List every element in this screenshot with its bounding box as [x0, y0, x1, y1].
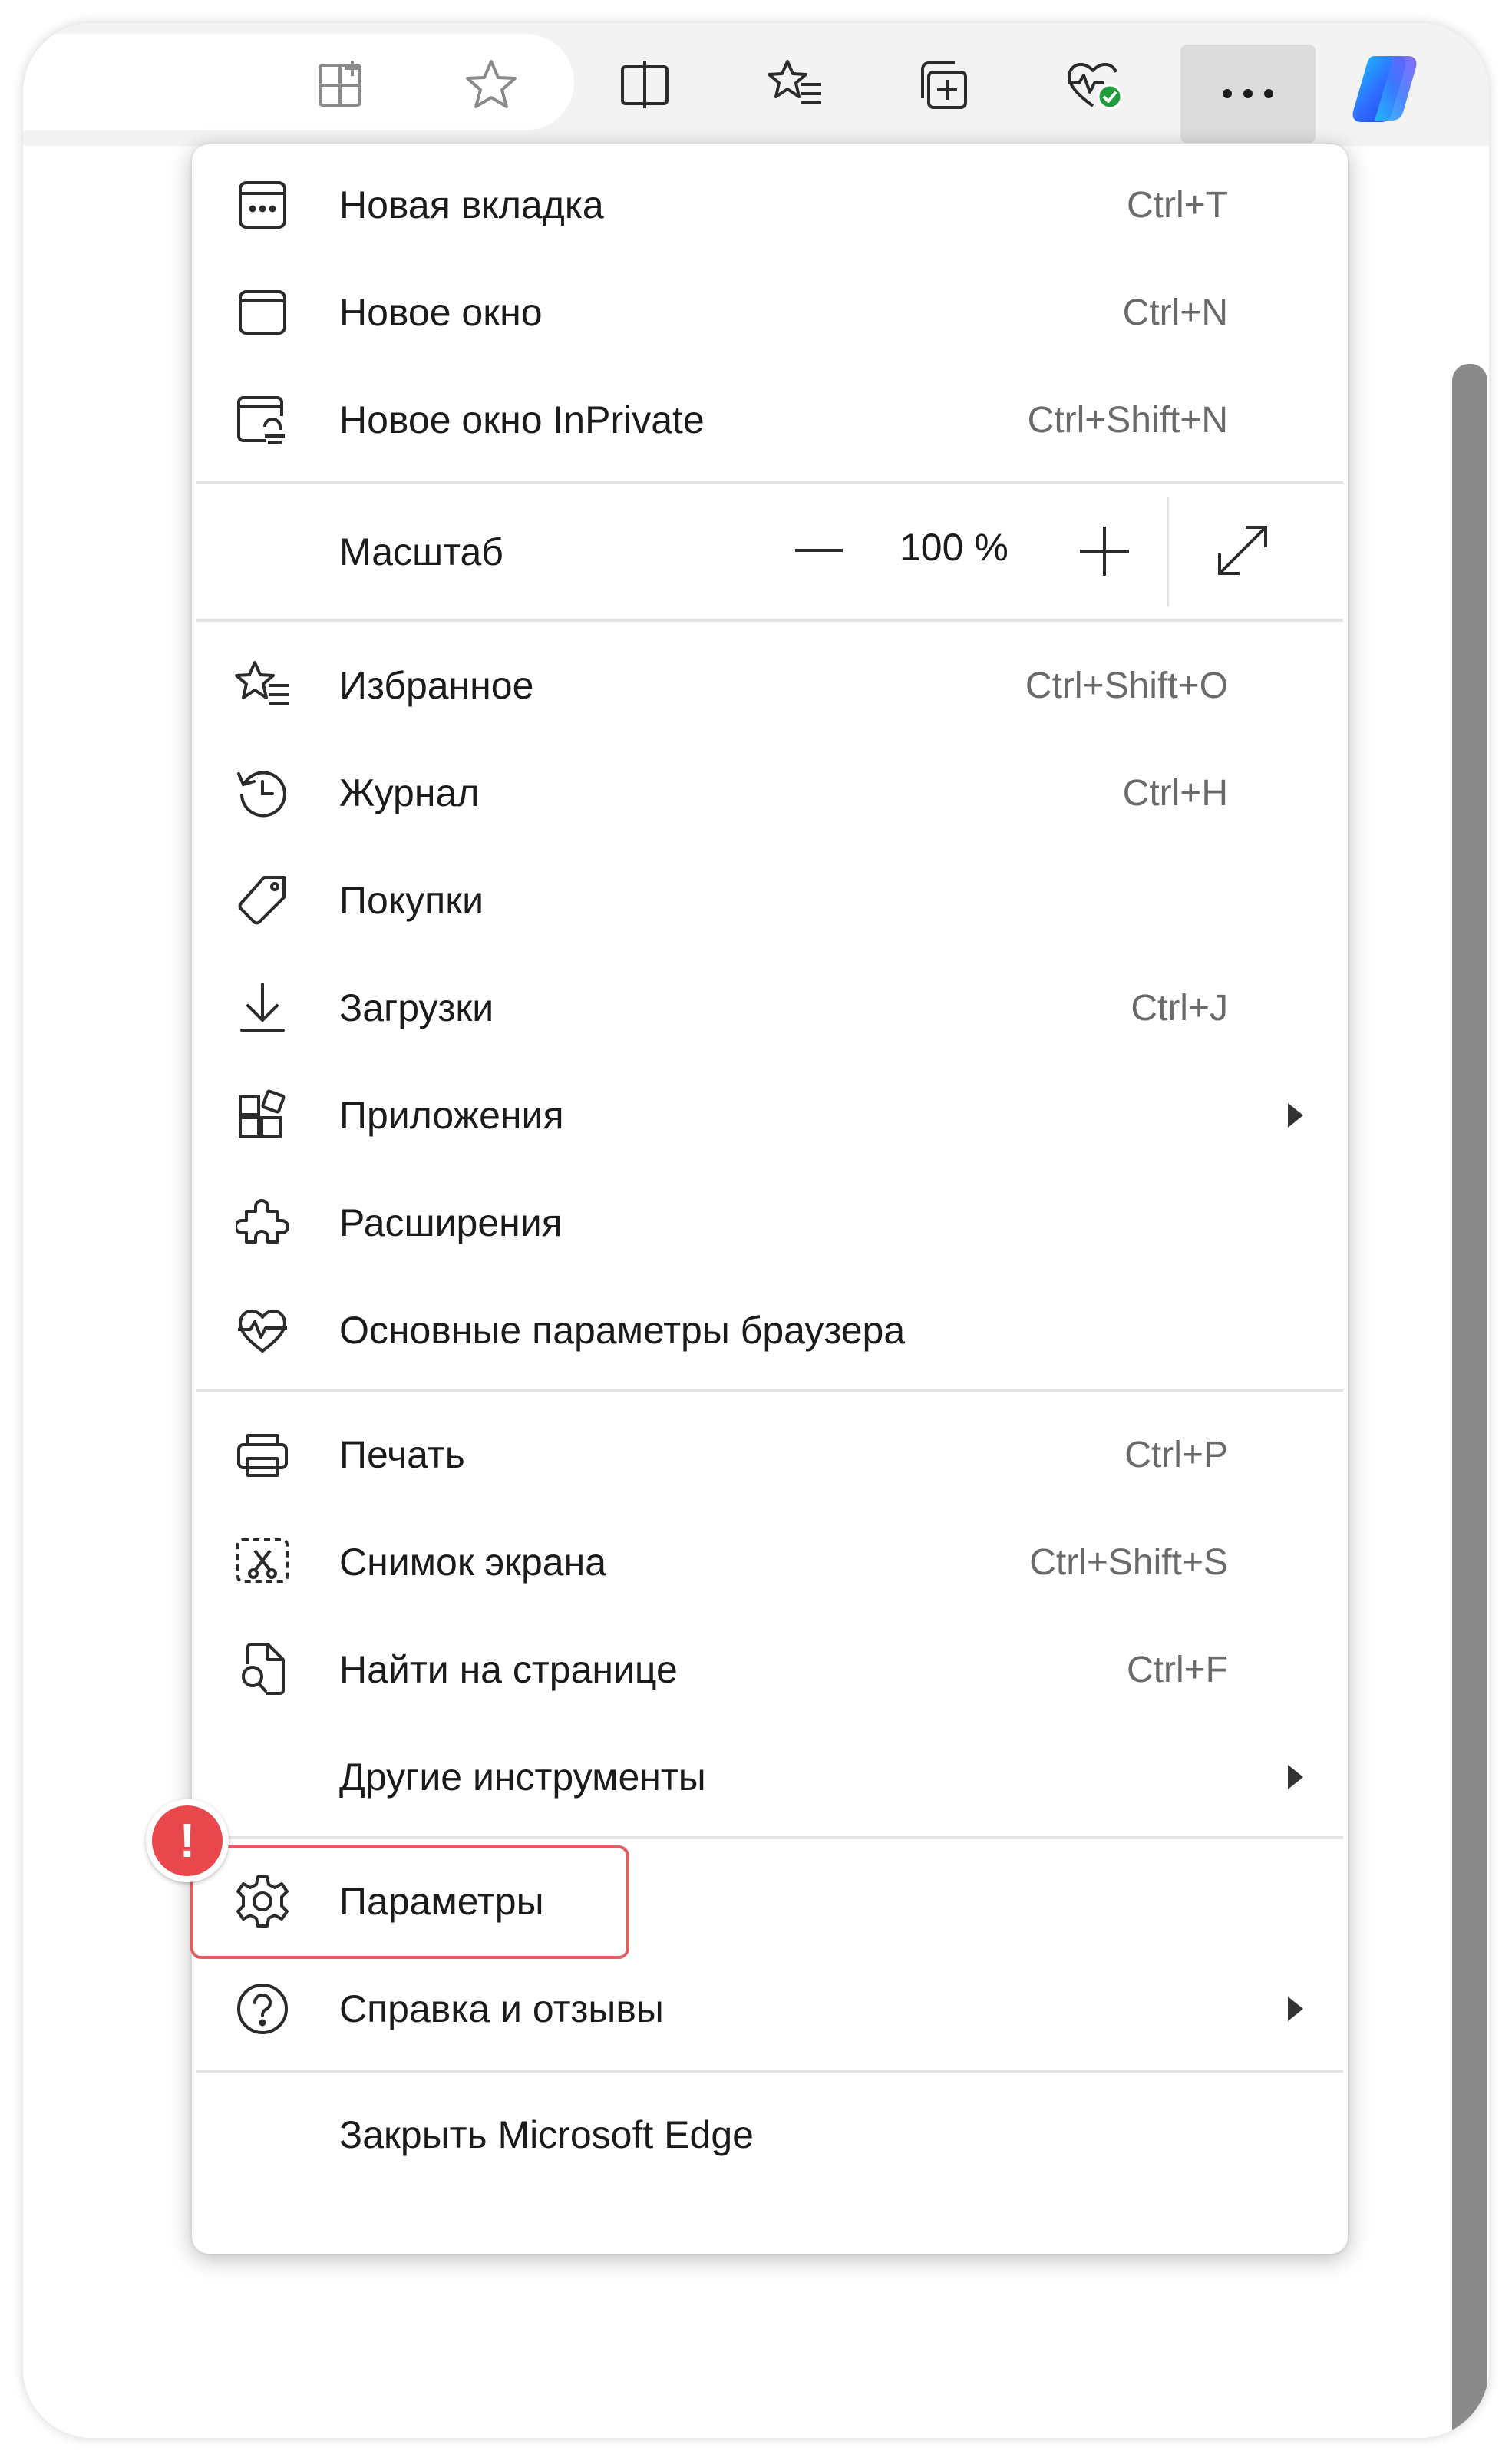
menu-item-shortcut: Ctrl+F [1127, 1649, 1228, 1690]
menu-item-label: Другие инструменты [339, 1756, 706, 1799]
fullscreen-button[interactable] [1208, 516, 1277, 585]
favorite-star-icon[interactable] [461, 54, 522, 115]
zoom-in-button[interactable] [1070, 520, 1139, 582]
menu-item-label: Основные параметры браузера [339, 1309, 906, 1352]
menu-item-label: Расширения [339, 1201, 563, 1244]
menu-item-new-window[interactable]: Новое окно Ctrl+N [192, 263, 1348, 362]
shopping-tag-icon [235, 873, 290, 928]
menu-item-label: Снимок экрана [339, 1541, 607, 1584]
menu-item-shortcut: Ctrl+H [1122, 772, 1228, 814]
submenu-arrow-icon [1288, 1997, 1303, 2021]
zoom-out-button[interactable] [784, 520, 853, 582]
find-on-page-icon [235, 1642, 290, 1697]
menu-item-shortcut: Ctrl+Shift+S [1029, 1541, 1228, 1583]
menu-item-label: Новая вкладка [339, 183, 604, 226]
fullscreen-icon [1218, 526, 1267, 575]
alert-badge: ! [146, 1799, 229, 1882]
menu-item-new-tab[interactable]: Новая вкладка Ctrl+T [192, 155, 1348, 255]
menu-item-shortcut: Ctrl+N [1122, 292, 1228, 333]
more-options-icon [1223, 89, 1273, 98]
menu-divider [196, 1836, 1343, 1839]
menu-item-more-tools[interactable]: Другие инструменты [192, 1727, 1348, 1827]
menu-item-print[interactable]: Печать Ctrl+P [192, 1405, 1348, 1505]
menu-item-label: Избранное [339, 664, 534, 707]
menu-item-label: Найти на странице [339, 1648, 678, 1691]
menu-item-label: Новое окно [339, 291, 543, 334]
help-icon [235, 1981, 290, 2037]
downloads-icon [235, 980, 290, 1036]
menu-item-extensions[interactable]: Расширения [192, 1173, 1348, 1273]
favorites-list-icon[interactable] [764, 54, 826, 115]
menu-item-shortcut: Ctrl+J [1131, 987, 1228, 1029]
split-screen-add-icon[interactable] [312, 54, 373, 115]
menu-item-shortcut: Ctrl+Shift+O [1025, 665, 1228, 706]
zoom-label: Масштаб [339, 530, 503, 573]
menu-item-label: Справка и отзывы [339, 1987, 664, 2030]
menu-divider [196, 619, 1343, 622]
print-icon [235, 1427, 290, 1482]
favorites-icon [235, 658, 290, 713]
menu-item-shortcut: Ctrl+T [1127, 184, 1228, 226]
history-icon [235, 765, 290, 821]
menu-item-label: Закрыть Microsoft Edge [339, 2113, 754, 2156]
new-tab-icon [235, 177, 290, 233]
copilot-icon[interactable] [1342, 46, 1426, 130]
minus-icon [795, 549, 843, 552]
menu-item-shopping[interactable]: Покупки [192, 851, 1348, 950]
zoom-divider [1167, 497, 1169, 606]
menu-item-label: Покупки [339, 879, 484, 922]
menu-item-zoom: Масштаб [192, 487, 1348, 617]
inprivate-window-icon [235, 392, 290, 448]
menu-item-label: Журнал [339, 771, 480, 814]
menu-item-shortcut: Ctrl+Shift+N [1027, 399, 1228, 441]
menu-item-close-edge[interactable]: Закрыть Microsoft Edge [192, 2085, 1348, 2185]
menu-item-history[interactable]: Журнал Ctrl+H [192, 743, 1348, 843]
more-options-button[interactable] [1180, 45, 1316, 143]
browser-essentials-icon[interactable] [1064, 54, 1125, 115]
menu-item-downloads[interactable]: Загрузки Ctrl+J [192, 958, 1348, 1058]
menu-item-shortcut: Ctrl+P [1124, 1434, 1228, 1475]
menu-item-browser-essentials[interactable]: Основные параметры браузера [192, 1280, 1348, 1380]
new-window-icon [235, 285, 290, 340]
menu-divider [196, 1389, 1343, 1392]
menu-item-favorites[interactable]: Избранное Ctrl+Shift+O [192, 636, 1348, 735]
browser-toolbar [23, 23, 1489, 146]
plus-icon [1080, 527, 1129, 576]
menu-divider [196, 2070, 1343, 2073]
browser-essentials-icon [235, 1303, 290, 1358]
menu-item-apps[interactable]: Приложения [192, 1065, 1348, 1165]
menu-item-new-inprivate-window[interactable]: Новое окно InPrivate Ctrl+Shift+N [192, 370, 1348, 470]
menu-item-label: Печать [339, 1433, 465, 1476]
menu-item-find-on-page[interactable]: Найти на странице Ctrl+F [192, 1620, 1348, 1719]
menu-item-help-and-feedback[interactable]: Справка и отзывы [192, 1959, 1348, 2059]
menu-divider [196, 481, 1343, 484]
menu-item-label: Новое окно InPrivate [339, 398, 705, 441]
extensions-icon [235, 1195, 290, 1250]
collections-icon[interactable] [913, 54, 975, 115]
menu-item-label: Загрузки [339, 986, 494, 1029]
vertical-scrollbar[interactable] [1452, 364, 1487, 2438]
submenu-arrow-icon [1288, 1103, 1303, 1128]
menu-item-label: Приложения [339, 1094, 564, 1137]
submenu-arrow-icon [1288, 1765, 1303, 1789]
screenshot-icon [235, 1534, 290, 1590]
menu-item-screenshot[interactable]: Снимок экрана Ctrl+Shift+S [192, 1512, 1348, 1612]
zoom-value: 100 % [900, 526, 1009, 569]
settings-highlight-box [190, 1845, 629, 1959]
apps-icon [235, 1088, 290, 1143]
split-screen-icon[interactable] [614, 54, 675, 115]
